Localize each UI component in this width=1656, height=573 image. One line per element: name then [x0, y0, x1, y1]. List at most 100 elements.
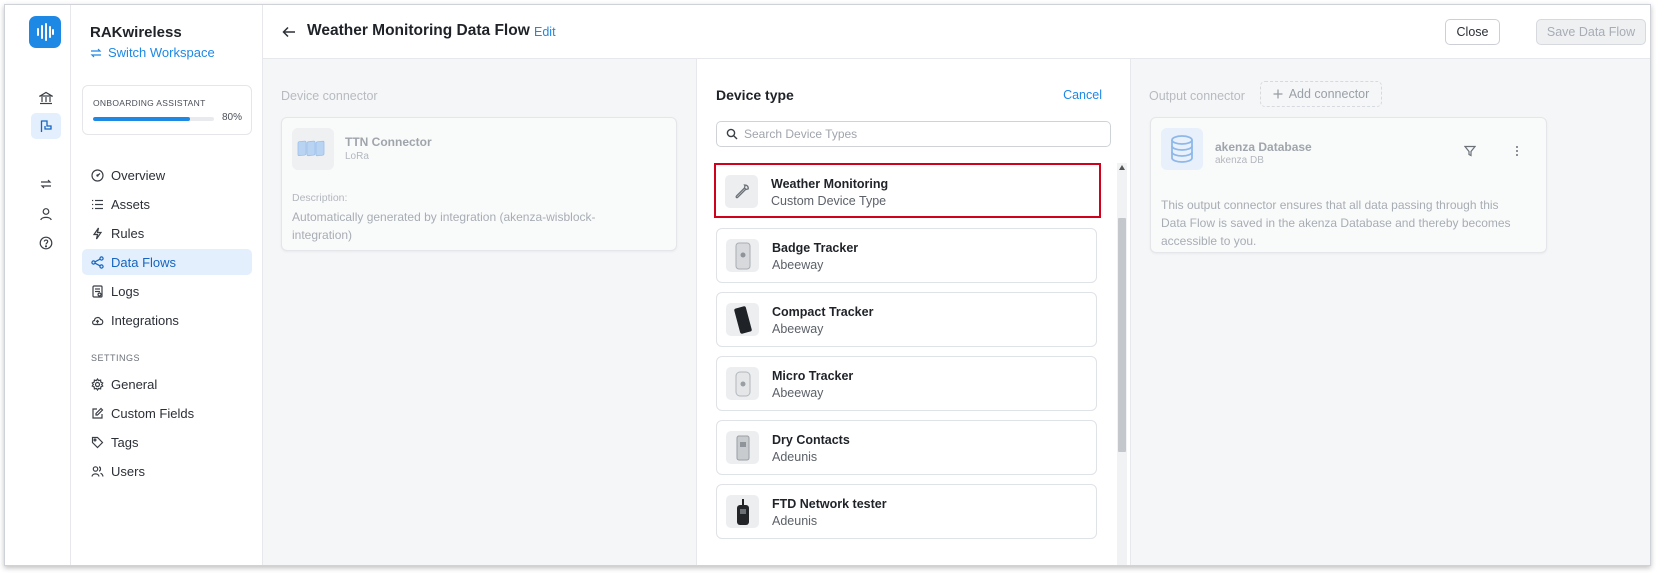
- output-connector-label: Output connector: [1149, 89, 1245, 103]
- bank-icon[interactable]: [31, 85, 61, 111]
- connector-name: TTN Connector: [345, 135, 432, 149]
- nav-item-custom-fields[interactable]: Custom Fields: [82, 400, 252, 426]
- connector-description: Automatically generated by integration (…: [292, 210, 596, 242]
- device-type-title: Device type: [716, 87, 794, 103]
- nav-label: Integrations: [111, 312, 179, 328]
- search-device-types[interactable]: [716, 121, 1111, 147]
- onboarding-assistant[interactable]: ONBOARDING ASSISTANT 80%: [82, 85, 252, 135]
- swap-icon: [90, 48, 102, 57]
- onboarding-percent: 80%: [221, 112, 242, 123]
- filter-icon[interactable]: [1461, 142, 1479, 160]
- plus-icon: [1273, 89, 1283, 99]
- device-connector-label: Device connector: [281, 89, 378, 103]
- device-type-item-compact-tracker[interactable]: Compact Tracker Abeeway: [716, 292, 1097, 347]
- wrench-icon: [725, 175, 758, 208]
- micro-tracker-icon: [726, 367, 759, 400]
- device-type-name: Micro Tracker: [772, 369, 854, 383]
- device-type-column: Device type Cancel Weather Monitoring Cu…: [697, 59, 1131, 565]
- workspace-name: RAKwireless: [90, 24, 182, 41]
- badge-tracker-icon: [726, 239, 759, 272]
- akenza-database-card[interactable]: akenza Database akenza DB This output co…: [1150, 117, 1547, 253]
- user-icon[interactable]: [31, 201, 61, 227]
- connector-description: This output connector ensures that all d…: [1161, 198, 1511, 248]
- ttn-connector-icon: [292, 128, 334, 170]
- device-type-name: FTD Network tester: [772, 497, 887, 511]
- logs-icon: [92, 284, 103, 298]
- flag-icon[interactable]: [31, 113, 61, 139]
- tags-icon: [91, 436, 104, 448]
- close-button[interactable]: Close: [1445, 19, 1500, 45]
- nav-label: Tags: [111, 434, 139, 450]
- more-options-icon[interactable]: [1508, 142, 1526, 160]
- description-label: Description:: [292, 192, 348, 204]
- output-connector-column: Output connector Add connector akenza Da…: [1131, 59, 1650, 565]
- nav-item-general[interactable]: General: [82, 371, 252, 397]
- akenza-logo-icon[interactable]: [29, 16, 61, 48]
- nav-label: Rules: [111, 225, 145, 241]
- device-type-vendor: Abeeway: [772, 322, 824, 336]
- data-flows-icon: [91, 255, 104, 269]
- help-icon[interactable]: [31, 230, 61, 256]
- app-window: RAKwireless Switch Workspace ONBOARDING …: [4, 4, 1651, 566]
- device-type-name: Compact Tracker: [772, 305, 874, 319]
- onboarding-progress-bar: [93, 117, 214, 121]
- nav-item-tags[interactable]: Tags: [82, 429, 252, 455]
- device-connector-column: Device connector TTN Connector LoRa Desc…: [263, 59, 697, 565]
- ftd-network-tester-icon: [726, 495, 759, 528]
- icon-rail: [5, 5, 71, 565]
- nav-item-overview[interactable]: Overview: [82, 162, 252, 188]
- edit-link[interactable]: Edit: [534, 25, 556, 39]
- nav-label: General: [111, 376, 158, 392]
- switch-workspace-link[interactable]: Switch Workspace: [90, 45, 215, 60]
- sync-icon[interactable]: [31, 171, 61, 197]
- cancel-link[interactable]: Cancel: [1063, 88, 1102, 102]
- dry-contacts-icon: [726, 431, 759, 464]
- rules-icon: [92, 227, 103, 239]
- onboarding-title: ONBOARDING ASSISTANT: [93, 98, 206, 108]
- database-icon: [1161, 128, 1203, 170]
- custom-fields-icon: [92, 407, 104, 419]
- nav-label: Logs: [111, 283, 140, 299]
- overview-icon: [91, 168, 104, 182]
- search-input[interactable]: [744, 127, 1094, 141]
- device-type-name: Badge Tracker: [772, 241, 859, 255]
- back-arrow-icon[interactable]: [279, 22, 299, 42]
- nav-item-logs[interactable]: Logs: [82, 278, 252, 304]
- device-type-list: Weather Monitoring Custom Device Type Ba…: [697, 163, 1131, 565]
- device-type-item-dry-contacts[interactable]: Dry Contacts Adeunis: [716, 420, 1097, 475]
- connector-subtitle: akenza DB: [1215, 155, 1264, 166]
- nav-label: Custom Fields: [111, 405, 195, 421]
- device-type-name: Weather Monitoring: [771, 177, 889, 191]
- add-connector-label: Add connector: [1288, 87, 1370, 101]
- search-icon: [726, 128, 738, 140]
- add-connector-button[interactable]: Add connector: [1260, 81, 1382, 107]
- scrollbar-thumb[interactable]: [1118, 218, 1126, 452]
- device-type-item-micro-tracker[interactable]: Micro Tracker Abeeway: [716, 356, 1097, 411]
- device-type-vendor: Abeeway: [772, 386, 824, 400]
- nav-item-rules[interactable]: Rules: [82, 220, 252, 246]
- users-icon: [91, 465, 104, 477]
- nav-item-data-flows[interactable]: Data Flows: [82, 249, 252, 275]
- device-type-vendor: Abeeway: [772, 258, 824, 272]
- connector-subtitle: LoRa: [345, 151, 369, 162]
- device-type-scrollbar[interactable]: [1117, 163, 1127, 565]
- device-type-vendor: Custom Device Type: [771, 194, 887, 208]
- compact-tracker-icon: [726, 303, 759, 336]
- ttn-connector-card[interactable]: TTN Connector LoRa Description: Automati…: [281, 117, 677, 251]
- integrations-icon: [92, 316, 104, 325]
- nav-item-integrations[interactable]: Integrations: [82, 307, 252, 333]
- nav-label: Assets: [111, 196, 151, 212]
- device-type-name: Dry Contacts: [772, 433, 850, 447]
- assets-icon: [92, 199, 103, 209]
- nav-label: Overview: [111, 167, 166, 183]
- device-type-item-badge-tracker[interactable]: Badge Tracker Abeeway: [716, 228, 1097, 283]
- save-data-flow-button[interactable]: Save Data Flow: [1536, 19, 1646, 45]
- scroll-up-arrow-icon[interactable]: [1119, 165, 1125, 170]
- device-type-item-weather-monitoring[interactable]: Weather Monitoring Custom Device Type: [714, 163, 1101, 218]
- nav-item-assets[interactable]: Assets: [82, 191, 252, 217]
- page-title: Weather Monitoring Data Flow: [307, 22, 530, 39]
- device-type-vendor: Adeunis: [772, 450, 818, 464]
- device-type-item-ftd-network-tester[interactable]: FTD Network tester Adeunis: [716, 484, 1097, 539]
- general-icon: [91, 377, 104, 391]
- nav-item-users[interactable]: Users: [82, 458, 252, 484]
